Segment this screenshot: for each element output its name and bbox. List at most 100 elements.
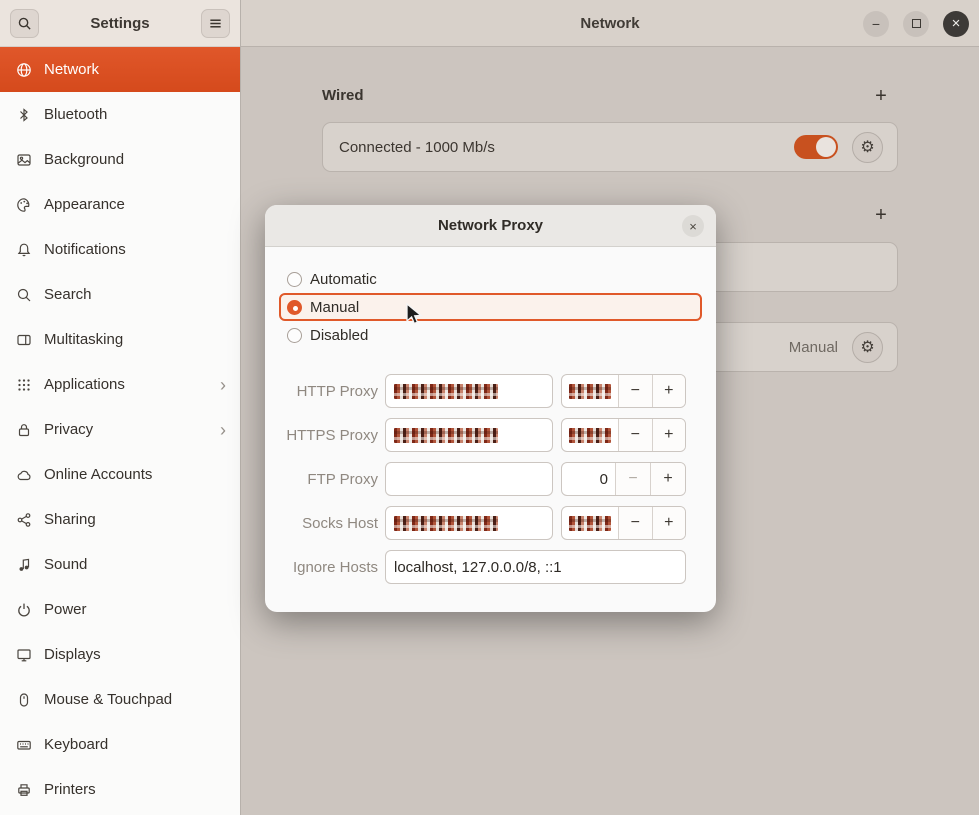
- main-headerbar: Network − ×: [241, 0, 979, 47]
- radio-circle-checked-icon: [287, 300, 302, 315]
- gear-icon: ⚙: [860, 337, 874, 357]
- decrement-button[interactable]: −: [618, 507, 652, 539]
- increment-button[interactable]: +: [650, 463, 685, 495]
- increment-button[interactable]: +: [652, 419, 686, 451]
- add-vpn-button[interactable]: +: [868, 202, 894, 228]
- multitasking-icon: [16, 332, 32, 348]
- decrement-button[interactable]: −: [618, 419, 652, 451]
- plus-icon: +: [875, 204, 887, 227]
- menu-button[interactable]: [201, 9, 230, 38]
- sidebar-item-online-accounts[interactable]: Online Accounts: [0, 452, 240, 497]
- sidebar-item-background[interactable]: Background: [0, 137, 240, 182]
- palette-icon: [16, 197, 32, 213]
- add-wired-button[interactable]: +: [868, 83, 894, 109]
- socks-host-input[interactable]: [385, 506, 553, 540]
- sidebar-item-label: Displays: [44, 646, 226, 663]
- cloud-icon: [16, 467, 32, 483]
- http-proxy-host-input[interactable]: [385, 374, 553, 408]
- close-window-button[interactable]: ×: [943, 11, 969, 37]
- sidebar-item-label: Multitasking: [44, 331, 226, 348]
- sidebar-item-sound[interactable]: Sound: [0, 542, 240, 587]
- sidebar-item-displays[interactable]: Displays: [0, 632, 240, 677]
- photo-icon: [16, 152, 32, 168]
- sidebar-item-label: Keyboard: [44, 736, 226, 753]
- sidebar-item-multitasking[interactable]: Multitasking: [0, 317, 240, 362]
- lock-icon: [16, 422, 32, 438]
- decrement-button[interactable]: −: [618, 375, 652, 407]
- maximize-icon: [912, 19, 921, 28]
- gear-icon: ⚙: [860, 137, 874, 157]
- proxy-mode-radio-group: Automatic Manual Disabled: [279, 265, 702, 349]
- sidebar-item-privacy[interactable]: Privacy ›: [0, 407, 240, 452]
- sidebar-item-printers[interactable]: Printers: [0, 767, 240, 812]
- sidebar-item-appearance[interactable]: Appearance: [0, 182, 240, 227]
- redacted-mosaic: [394, 428, 498, 443]
- sidebar-item-label: Applications: [44, 376, 208, 393]
- wired-settings-button[interactable]: ⚙: [852, 132, 883, 163]
- page-title: Network: [580, 15, 639, 32]
- bluetooth-icon: [16, 107, 32, 123]
- field-label: HTTP Proxy: [265, 383, 378, 400]
- field-label: FTP Proxy: [265, 471, 378, 488]
- sidebar-item-power[interactable]: Power: [0, 587, 240, 632]
- sidebar-item-notifications[interactable]: Notifications: [0, 227, 240, 272]
- sidebar-item-label: Bluetooth: [44, 106, 226, 123]
- sidebar-item-label: Sound: [44, 556, 226, 573]
- proxy-settings-button[interactable]: ⚙: [852, 332, 883, 363]
- sidebar-item-label: Background: [44, 151, 226, 168]
- wired-connection-row[interactable]: Connected - 1000 Mb/s ⚙: [322, 122, 898, 172]
- mouse-cursor: [404, 303, 426, 327]
- sidebar-item-network[interactable]: Network: [0, 47, 240, 92]
- sidebar-title: Settings: [39, 15, 201, 32]
- minimize-button[interactable]: −: [863, 11, 889, 37]
- ftp-proxy-host-input[interactable]: [385, 462, 553, 496]
- sidebar-item-sharing[interactable]: Sharing: [0, 497, 240, 542]
- increment-button[interactable]: +: [652, 375, 686, 407]
- http-proxy-port-spinner: − +: [561, 374, 686, 408]
- radio-manual[interactable]: Manual: [279, 293, 702, 321]
- https-proxy-port-spinner: − +: [561, 418, 686, 452]
- close-icon: ×: [952, 15, 961, 32]
- port-value[interactable]: [562, 507, 618, 539]
- sidebar-item-label: Appearance: [44, 196, 226, 213]
- decrement-button[interactable]: −: [615, 463, 650, 495]
- sidebar-item-mouse-touchpad[interactable]: Mouse & Touchpad: [0, 677, 240, 722]
- sidebar-item-label: Sharing: [44, 511, 226, 528]
- sidebar-item-keyboard[interactable]: Keyboard: [0, 722, 240, 767]
- sidebar-item-bluetooth[interactable]: Bluetooth: [0, 92, 240, 137]
- ignore-hosts-row: Ignore Hosts: [265, 550, 716, 584]
- toggle-knob: [816, 137, 836, 157]
- redacted-mosaic: [394, 516, 498, 531]
- https-proxy-row: HTTPS Proxy − +: [265, 418, 716, 452]
- power-icon: [16, 602, 32, 618]
- https-proxy-host-input[interactable]: [385, 418, 553, 452]
- ignore-hosts-input[interactable]: [385, 550, 686, 584]
- keyboard-icon: [16, 737, 32, 753]
- radio-automatic[interactable]: Automatic: [279, 265, 702, 293]
- increment-button[interactable]: +: [652, 507, 686, 539]
- sidebar-item-label: Privacy: [44, 421, 208, 438]
- port-value[interactable]: 0: [562, 463, 615, 495]
- proxy-form: HTTP Proxy − + HTTPS Proxy − + FTP Pro: [265, 374, 716, 594]
- sidebar-item-label: Mouse & Touchpad: [44, 691, 226, 708]
- search-button[interactable]: [10, 9, 39, 38]
- dialog-title: Network Proxy: [438, 217, 543, 234]
- redacted-mosaic: [394, 384, 498, 399]
- printer-icon: [16, 782, 32, 798]
- sidebar-list: Network Bluetooth Background Appearance …: [0, 47, 240, 812]
- hamburger-icon: [208, 16, 223, 31]
- radio-label: Manual: [310, 299, 359, 316]
- sidebar-item-applications[interactable]: Applications ›: [0, 362, 240, 407]
- dialog-close-button[interactable]: ×: [682, 215, 704, 237]
- port-value[interactable]: [562, 419, 618, 451]
- wired-toggle[interactable]: [794, 135, 838, 159]
- port-value[interactable]: [562, 375, 618, 407]
- http-proxy-row: HTTP Proxy − +: [265, 374, 716, 408]
- radio-disabled[interactable]: Disabled: [279, 321, 702, 349]
- sidebar-item-label: Online Accounts: [44, 466, 226, 483]
- redacted-mosaic: [569, 516, 611, 531]
- share-icon: [16, 512, 32, 528]
- maximize-button[interactable]: [903, 11, 929, 37]
- mouse-icon: [16, 692, 32, 708]
- sidebar-item-search[interactable]: Search: [0, 272, 240, 317]
